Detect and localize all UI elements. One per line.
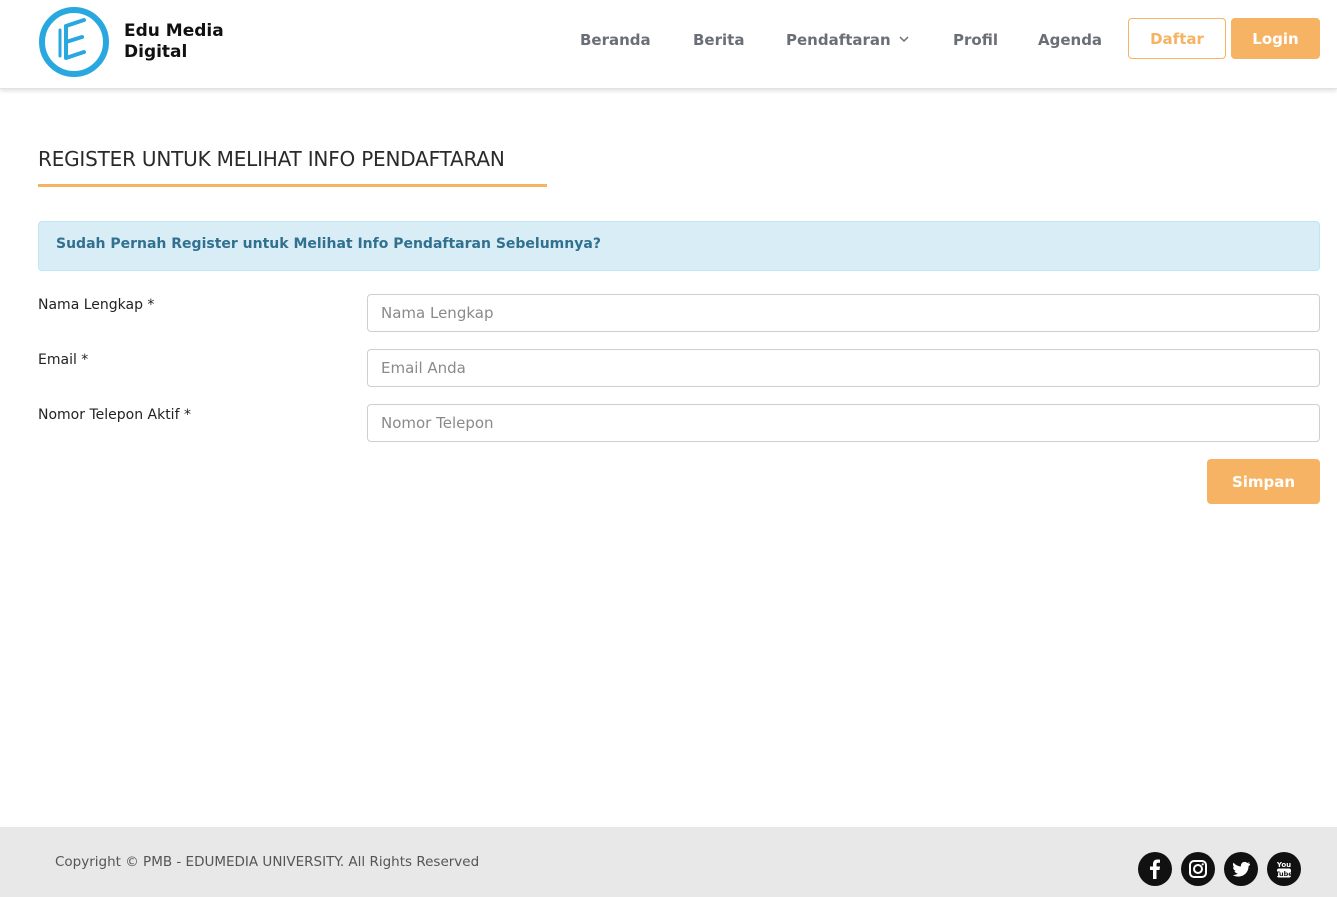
- email-input[interactable]: [367, 349, 1320, 387]
- brand-line-1: Edu Media: [124, 21, 224, 41]
- nav-agenda[interactable]: Agenda: [1038, 30, 1102, 50]
- svg-text:You: You: [1276, 861, 1291, 869]
- login-button[interactable]: Login: [1231, 18, 1320, 59]
- instagram-icon[interactable]: [1181, 852, 1215, 886]
- page-title: REGISTER UNTUK MELIHAT INFO PENDAFTARAN: [38, 147, 505, 171]
- nav-pendaftaran[interactable]: Pendaftaran: [786, 30, 891, 50]
- copyright-text: Copyright © PMB - EDUMEDIA UNIVERSITY. A…: [55, 854, 480, 870]
- already-registered-link[interactable]: Sudah Pernah Register untuk Melihat Info…: [56, 236, 601, 252]
- nomor-telepon-label: Nomor Telepon Aktif *: [38, 407, 191, 423]
- twitter-icon[interactable]: [1224, 852, 1258, 886]
- chevron-down-icon[interactable]: [898, 33, 910, 45]
- brand-line-2: Digital: [124, 42, 188, 62]
- site-header: Edu Media Digital Beranda Berita Pendaft…: [0, 0, 1337, 89]
- nama-lengkap-input[interactable]: [367, 294, 1320, 332]
- info-alert: Sudah Pernah Register untuk Melihat Info…: [38, 221, 1320, 271]
- nav-profil[interactable]: Profil: [953, 30, 998, 50]
- brand-name[interactable]: Edu Media Digital: [124, 21, 224, 63]
- nama-lengkap-label: Nama Lengkap *: [38, 297, 155, 313]
- site-footer: Copyright © PMB - EDUMEDIA UNIVERSITY. A…: [0, 827, 1337, 897]
- facebook-icon[interactable]: [1138, 852, 1172, 886]
- email-label: Email *: [38, 352, 89, 368]
- title-underline: [38, 184, 547, 187]
- svg-text:Tube: Tube: [1275, 870, 1293, 878]
- youtube-icon[interactable]: You Tube: [1267, 852, 1301, 886]
- edu-media-logo-icon[interactable]: [38, 6, 110, 78]
- nav-berita[interactable]: Berita: [693, 30, 744, 50]
- nav-beranda[interactable]: Beranda: [580, 30, 651, 50]
- daftar-button[interactable]: Daftar: [1128, 18, 1226, 59]
- simpan-button[interactable]: Simpan: [1207, 459, 1320, 504]
- nomor-telepon-input[interactable]: [367, 404, 1320, 442]
